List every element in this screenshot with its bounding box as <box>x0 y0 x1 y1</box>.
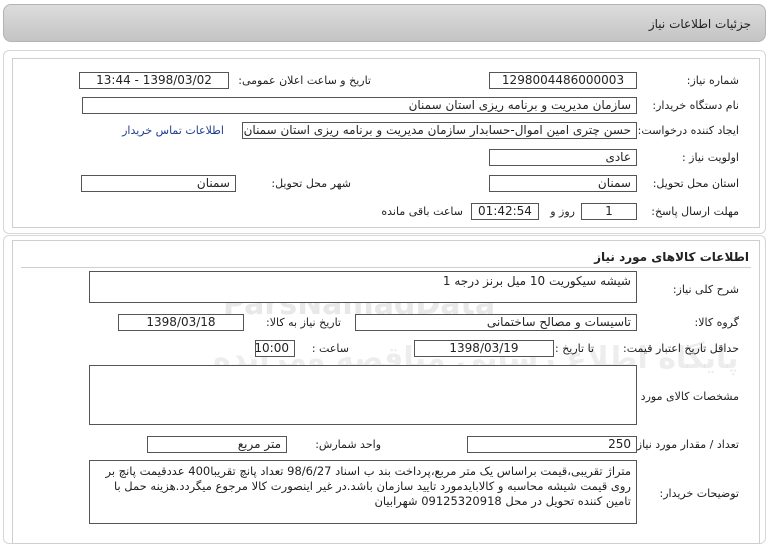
unit-field: متر مربع <box>147 436 287 453</box>
until-date-field: 1398/03/19 <box>414 340 554 357</box>
buyer-notes-label: توضیحات خریدار: <box>659 487 740 500</box>
price-validity-label: حداقل تاریخ اعتبار قیمت: <box>623 342 739 355</box>
city-label: شهر محل تحویل: <box>271 177 351 190</box>
general-desc-label: شرح کلی نیاز: <box>672 283 739 296</box>
page-title: جزئیات اطلاعات نیاز <box>648 17 751 31</box>
buyer-org-field: سازمان مدیریت و برنامه ریزی استان سمنان <box>82 97 637 114</box>
unit-label: واحد شمارش: <box>315 438 381 451</box>
specs-field <box>89 365 637 425</box>
deadline-time-field: 01:42:54 <box>471 203 539 220</box>
buyer-contact-link[interactable]: اطلاعات تماس خریدار <box>122 124 224 137</box>
priority-field: عادی <box>489 149 637 166</box>
announce-datetime-label: تاریخ و ساعت اعلان عمومی: <box>238 74 371 87</box>
quantity-field: 250 <box>467 436 637 453</box>
until-date-label: تا تاریخ : <box>555 342 594 355</box>
need-date-label: تاریخ نیاز به کالا: <box>266 316 341 329</box>
goods-panel: اطلاعات کالاهای مورد نیاز ParsNamadData … <box>12 240 760 544</box>
buyer-org-label: نام دستگاه خریدار: <box>652 99 739 112</box>
need-number-label: شماره نیاز: <box>686 74 739 87</box>
priority-label: اولویت نیاز : <box>681 151 739 164</box>
province-label: استان محل تحویل: <box>652 177 739 190</box>
need-date-field: 1398/03/18 <box>118 314 244 331</box>
deadline-days-field: 1 <box>581 203 637 220</box>
days-word: روز و <box>550 205 575 218</box>
validity-hour-label: ساعت : <box>311 342 349 355</box>
need-number-field: 1298004486000003 <box>489 72 637 89</box>
goods-group-label: گروه کالا: <box>694 316 739 329</box>
requester-label: ایجاد کننده درخواست: <box>637 124 739 137</box>
validity-hour-field: 10:00 <box>255 340 295 357</box>
quantity-label: تعداد / مقدار مورد نیاز: <box>633 438 739 451</box>
section-divider <box>21 267 751 268</box>
requester-field: حسن چتری امین اموال-حسابدار سازمان مدیری… <box>242 122 637 139</box>
need-info-panel: شماره نیاز: 1298004486000003 تاریخ و ساع… <box>12 58 760 228</box>
city-field: سمنان <box>81 175 236 192</box>
deadline-label: مهلت ارسال پاسخ: <box>651 205 739 218</box>
goods-group-field: تاسیسات و مصالح ساختمانی <box>355 314 637 331</box>
remaining-time-label: ساعت باقی مانده <box>381 205 463 218</box>
general-desc-field: شیشه سیکوریت 10 میل برنز درجه 1 <box>89 271 637 303</box>
goods-section-title: اطلاعات کالاهای مورد نیاز <box>594 250 749 264</box>
buyer-notes-field: متراژ تقریبی،قیمت براساس یک متر مربع،پرد… <box>89 460 637 524</box>
page-header: جزئیات اطلاعات نیاز <box>3 4 766 42</box>
province-field: سمنان <box>489 175 637 192</box>
announce-datetime-field: 1398/03/02 - 13:44 <box>79 72 229 89</box>
